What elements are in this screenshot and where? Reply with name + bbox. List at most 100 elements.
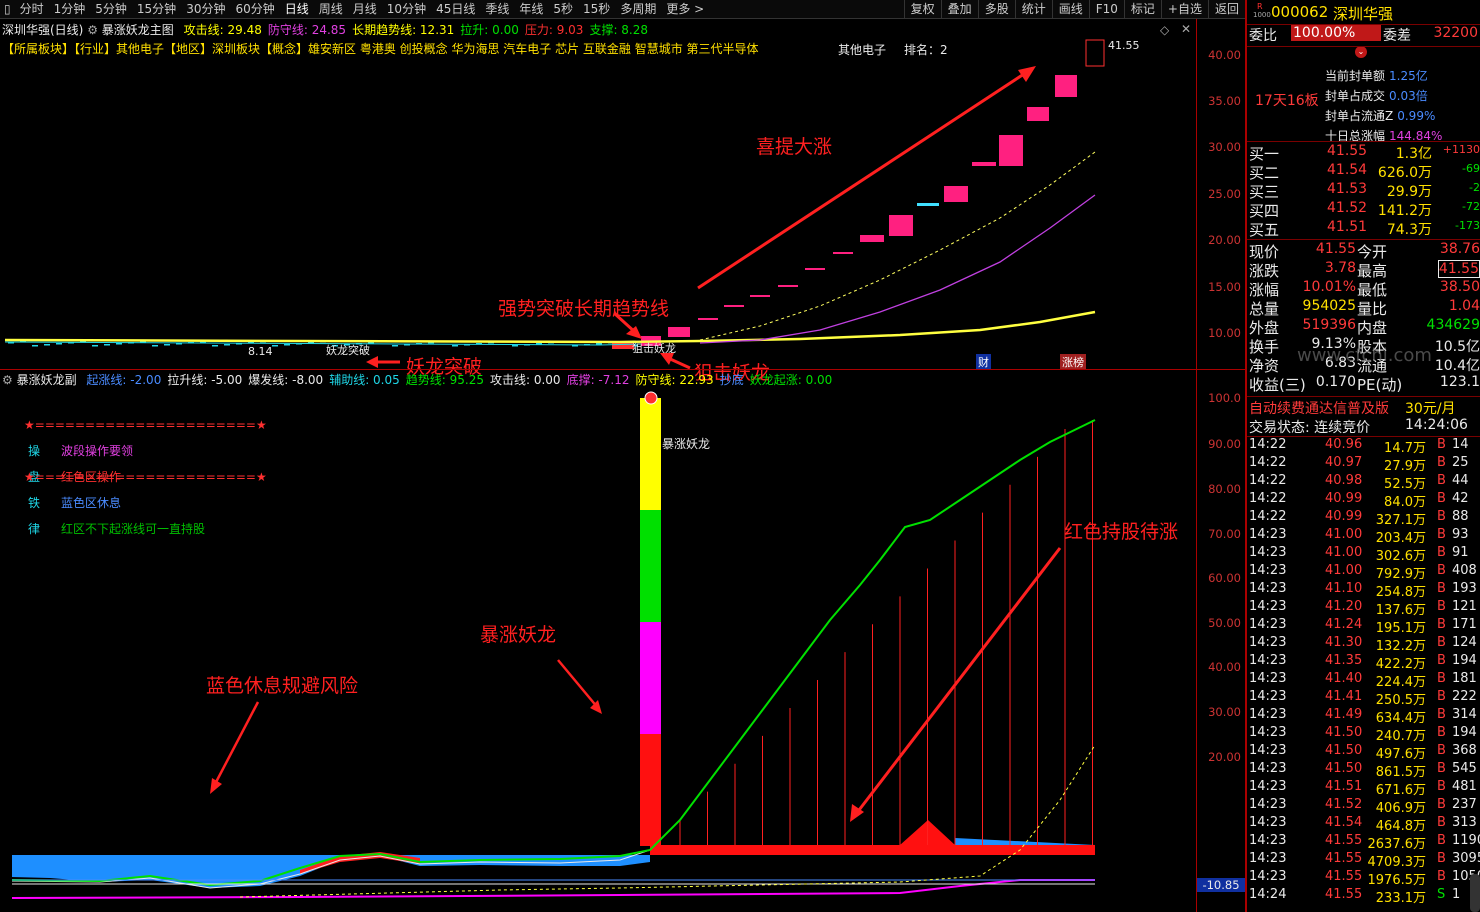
tick-time: 14:23 [1249,707,1287,722]
toolbar-button[interactable]: 统计 [1014,0,1052,19]
tick-time: 14:23 [1249,689,1287,704]
period-tab[interactable]: 多周期 [615,0,661,19]
period-tab[interactable]: 季线 [480,0,514,19]
bid-row[interactable]: 买四 41.52 141.2万 -72 [1247,200,1480,220]
tick-time: 14:23 [1249,581,1287,596]
bid-row[interactable]: 买三 41.53 29.9万 -2 [1247,181,1480,201]
legend-row: 律 红区不下起涨线可一直持股 [28,520,267,546]
arrow-juji [667,356,691,369]
tick-side: B [1437,599,1446,614]
stat-value: 38.76 [1439,241,1480,257]
stock-terminal-window: { "periods":["分时","1分钟","5分钟","15分钟","30… [0,0,1480,912]
tick-price: 41.41 [1325,689,1363,704]
candle [104,344,110,346]
tick-volume: 4709.3万 [1367,855,1427,870]
stat-value: 3.78 [1324,260,1356,276]
toolbar-button[interactable]: 复权 [903,0,941,19]
stat-label: 现价 [1249,243,1280,261]
period-tab[interactable]: 1分钟 [49,0,91,19]
candle [92,345,98,347]
tick-count: 124 [1452,635,1477,650]
bar-magenta [640,622,661,734]
tick-time: 14:23 [1249,599,1287,614]
period-tab[interactable]: 更多 > [661,0,709,19]
period-tab[interactable]: 分时 [15,0,49,19]
stat-label: 总量 [1249,300,1280,318]
period-tab[interactable]: 10分钟 [382,0,431,19]
stock-code: 000062 [1271,3,1329,21]
annotation-qiangshi: 强势突破长期趋势线 [498,298,670,320]
toolbar-button[interactable]: 叠加 [940,0,978,19]
tick-side: B [1437,707,1446,722]
stat-value: 434629 [1426,317,1480,333]
tick-count: 368 [1452,743,1477,758]
period-tab[interactable]: 周线 [314,0,348,19]
tick-price: 41.49 [1325,707,1363,722]
period-tab[interactable]: 月线 [348,0,382,19]
period-tab[interactable]: 5分钟 [90,0,132,19]
bid-row[interactable]: 买五 41.51 74.3万 -173 [1247,219,1480,239]
period-tab[interactable]: 15分钟 [132,0,181,19]
period-tab[interactable]: 年线 [514,0,548,19]
candle [805,268,825,270]
tick-row: 14:23 41.00 302.6万 B 91 [1247,545,1480,564]
stat-label: 内盘 [1357,319,1388,337]
arrow-hold [854,547,1062,815]
tick-row: 14:24 41.55 233.1万 S 1 [1247,887,1480,906]
period-tab[interactable]: 45日线 [431,0,480,19]
tick-time: 14:23 [1249,797,1287,812]
bid-row[interactable]: 买一 41.55 1.3亿 +1130 [1247,143,1480,163]
bar-red [640,734,661,846]
candle [917,203,939,206]
toolbar-button[interactable]: 画线 [1051,0,1089,19]
tick-row: 14:23 41.35 422.2万 B 194 [1247,653,1480,672]
tick-count: 181 [1452,671,1477,686]
period-tab[interactable]: 日线 [280,0,314,19]
period-tab[interactable]: 60分钟 [230,0,279,19]
tick-row: 14:23 41.55 4709.3万 B 3095 [1247,851,1480,870]
indicator-tick: 90.00 [1208,437,1241,451]
period-tab[interactable]: 15秒 [578,0,615,19]
tick-count: 193 [1452,581,1477,596]
tick-row: 14:2341.551976.5万B1050 [1247,869,1480,888]
tick-row: 14:23 41.54 464.8万 B 313 [1247,815,1480,834]
tick-row: 14:23 41.24 195.1万 B 171 [1247,617,1480,636]
toolbar-button[interactable]: 标记 [1123,0,1161,19]
finance-tag[interactable]: 财 [976,354,991,370]
ad-text[interactable]: 自动续费通达信普及版 [1249,398,1389,418]
tick-time: 14:22 [1249,473,1287,488]
scroll-handle[interactable] [1470,874,1480,912]
toolbar-button[interactable]: F10 [1088,0,1124,19]
period-tab[interactable]: 5秒 [548,0,578,19]
tick-side: B [1437,689,1446,704]
toolbar-button[interactable]: 多股 [977,0,1015,19]
candle [999,135,1023,166]
seal-label: 封单占成交 [1325,89,1386,103]
tick-volume: 2637.6万 [1367,837,1427,852]
tick-row: 14:22 40.99 327.1万 B 88 [1247,509,1480,528]
arrow-xiti [697,68,1031,290]
tick-row: 14:23 41.20 137.6万 B 121 [1247,599,1480,618]
tick-volume: 634.4万 [1375,711,1426,726]
bid-row[interactable]: 买二 41.54 626.0万 -69 [1247,162,1480,182]
period-tab[interactable]: 30分钟 [181,0,230,19]
tick-row: 14:23 41.00 203.4万 B 93 [1247,527,1480,546]
tick-volume: 195.1万 [1375,621,1426,636]
window-icon[interactable]: ▯ [0,0,15,19]
toolbar-button[interactable]: +自选 [1160,0,1208,19]
tick-row: 14:23 41.30 132.2万 B 124 [1247,635,1480,654]
limit-up-tag[interactable]: 涨榜 [1060,354,1086,370]
tick-price: 40.97 [1325,455,1363,470]
toolbar-button[interactable]: 返回 [1207,0,1245,19]
ad-price[interactable]: 30元/月 [1405,398,1456,418]
candle [889,215,913,236]
tick-time: 14:24 [1249,887,1287,902]
tick-volume: 464.8万 [1375,819,1426,834]
tick-volume: 224.4万 [1375,675,1426,690]
tick-count: 314 [1452,707,1477,722]
stat-label: 净资 [1249,357,1280,375]
expand-icon[interactable]: ⌄ [1355,46,1367,58]
tick-time: 14:23 [1249,527,1287,542]
arrow-blue [212,701,260,787]
stat-label: 涨幅 [1249,281,1280,299]
